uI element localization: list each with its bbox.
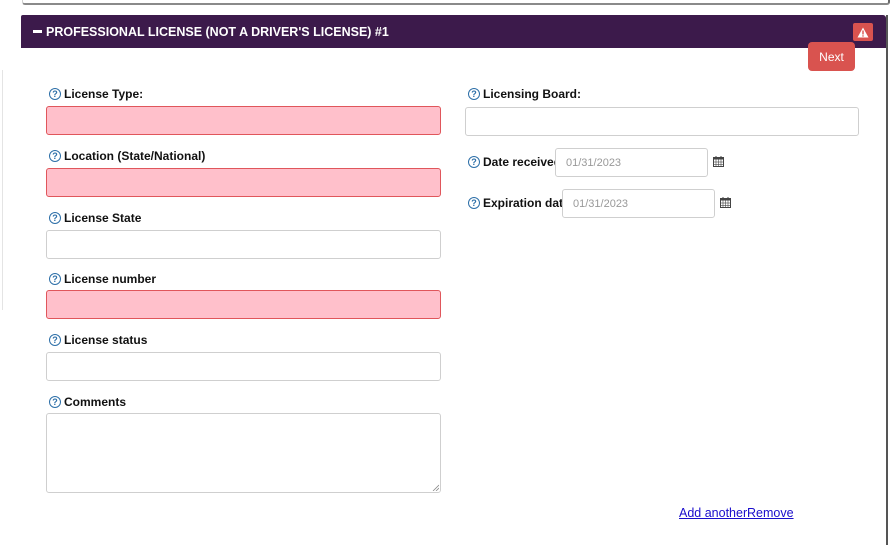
expiration-date-input[interactable]: 01/31/2023 (562, 189, 715, 218)
license-number-input[interactable] (46, 290, 441, 319)
add-another-link[interactable]: Add another (679, 506, 747, 520)
comments-textarea[interactable] (46, 413, 441, 493)
panel-title: PROFESSIONAL LICENSE (NOT A DRIVER'S LIC… (46, 24, 389, 39)
help-icon[interactable]: ? (49, 273, 61, 285)
license-type-input[interactable] (46, 106, 441, 135)
license-number-label: ? License number (49, 272, 156, 286)
help-icon[interactable]: ? (468, 197, 480, 209)
location-label: ? Location (State/National) (49, 149, 205, 163)
license-state-label: ? License State (49, 211, 141, 225)
help-icon[interactable]: ? (49, 334, 61, 346)
warning-triangle-icon (853, 23, 873, 41)
licensing-board-input[interactable] (465, 107, 859, 136)
help-icon[interactable]: ? (49, 396, 61, 408)
next-button[interactable]: Next (808, 42, 855, 71)
calendar-icon[interactable] (720, 197, 731, 208)
date-received-label: ? Date received (468, 155, 561, 169)
licensing-board-label: ? Licensing Board: (468, 87, 581, 101)
location-input[interactable] (46, 168, 441, 197)
calendar-icon[interactable] (713, 156, 724, 167)
resize-grip-icon[interactable] (432, 484, 439, 491)
license-status-input[interactable] (46, 352, 441, 381)
panel-header[interactable]: PROFESSIONAL LICENSE (NOT A DRIVER'S LIC… (21, 15, 886, 48)
help-icon[interactable]: ? (49, 150, 61, 162)
help-icon[interactable]: ? (49, 212, 61, 224)
expiration-date-label: ? Expiration date (468, 196, 570, 210)
date-received-input[interactable]: 01/31/2023 (555, 148, 708, 177)
collapse-minus-icon[interactable] (33, 30, 42, 33)
previous-section-card (22, 0, 890, 5)
help-icon[interactable]: ? (468, 156, 480, 168)
help-icon[interactable]: ? (468, 88, 480, 100)
comments-label: ? Comments (49, 395, 126, 409)
license-state-input[interactable] (46, 230, 441, 259)
remove-link[interactable]: Remove (747, 506, 794, 520)
license-status-label: ? License status (49, 333, 147, 347)
left-frame-border (0, 70, 3, 310)
license-type-label: ? License Type: (49, 87, 143, 101)
help-icon[interactable]: ? (49, 88, 61, 100)
